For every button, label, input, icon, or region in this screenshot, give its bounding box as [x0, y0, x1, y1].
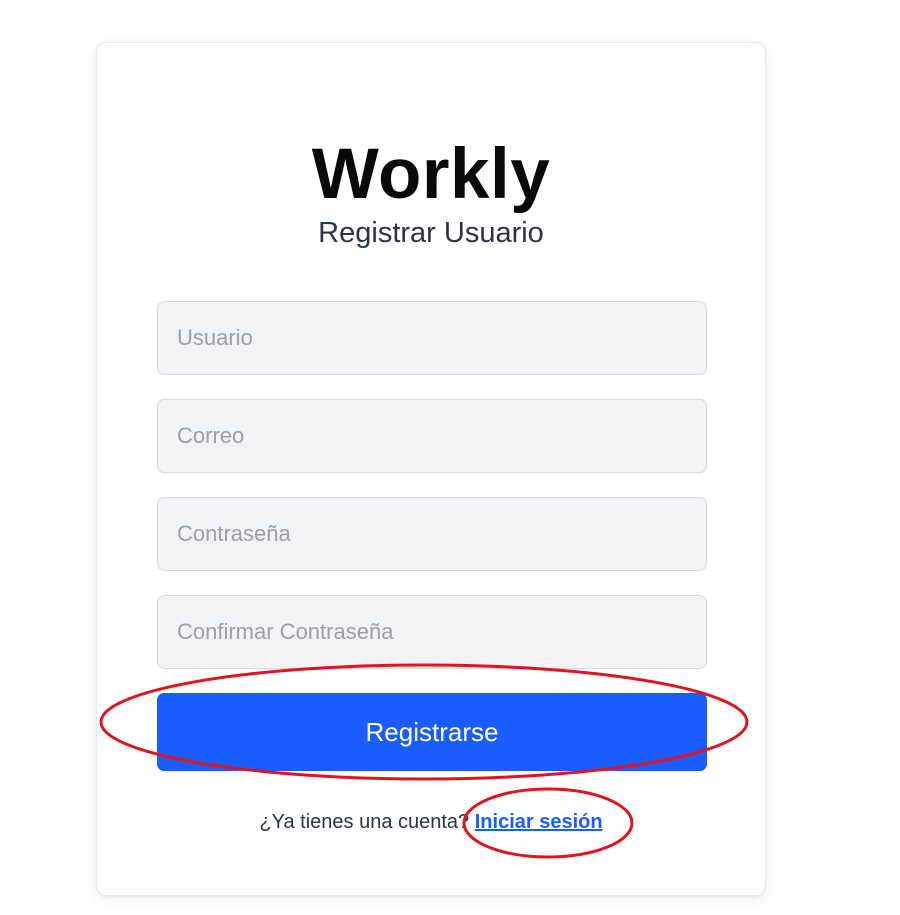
- password-input[interactable]: [157, 497, 707, 571]
- login-prompt-text: ¿Ya tienes una cuenta?: [259, 811, 475, 833]
- register-card: Workly Registrar Usuario Registrarse ¿Ya…: [96, 42, 766, 896]
- page: Workly Registrar Usuario Registrarse ¿Ya…: [0, 0, 900, 915]
- brand-title: Workly: [311, 135, 551, 214]
- login-link[interactable]: Iniciar sesión: [475, 811, 603, 833]
- username-input[interactable]: [157, 301, 707, 375]
- register-button[interactable]: Registrarse: [157, 693, 707, 771]
- page-subtitle: Registrar Usuario: [318, 217, 544, 249]
- login-prompt: ¿Ya tienes una cuenta? Iniciar sesión: [97, 811, 765, 834]
- email-input[interactable]: [157, 399, 707, 473]
- confirm-password-input[interactable]: [157, 595, 707, 669]
